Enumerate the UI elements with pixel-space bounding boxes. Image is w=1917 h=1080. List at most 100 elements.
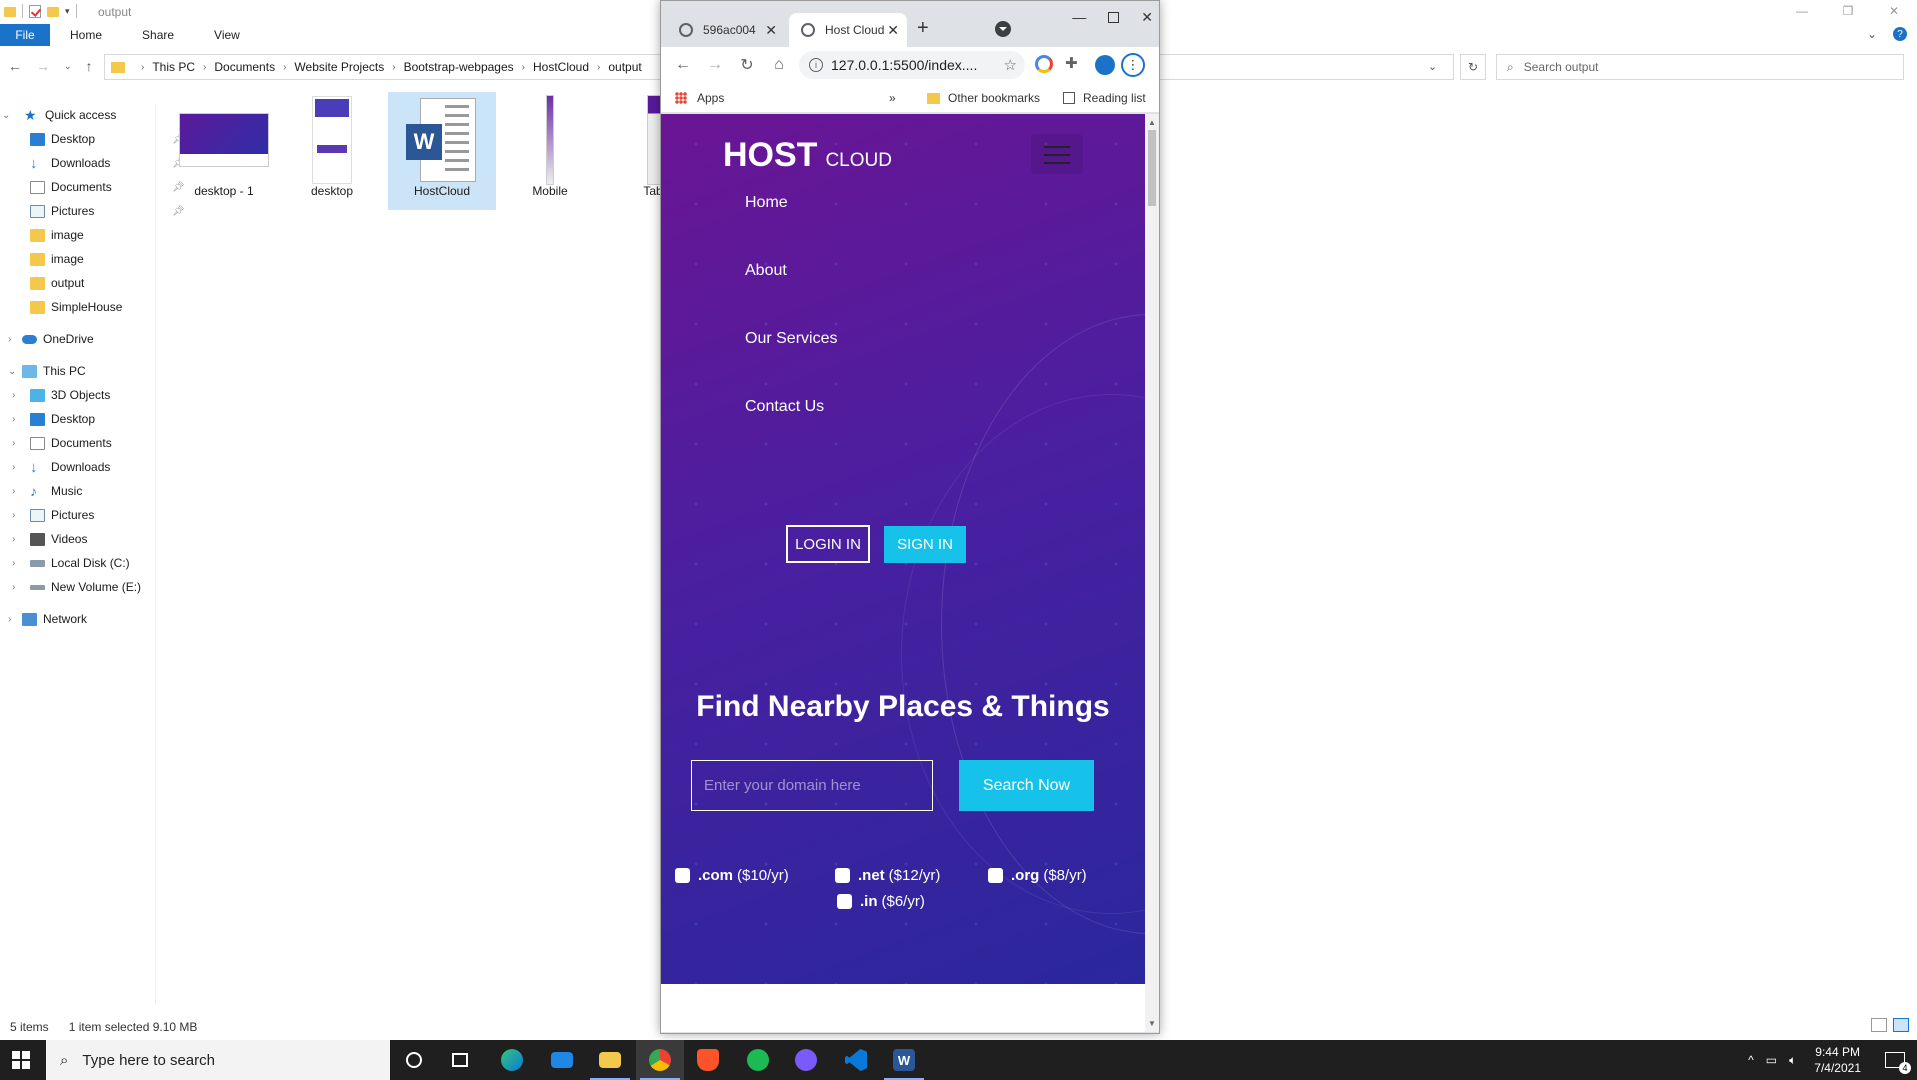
chevron-down-icon[interactable]: ⌄ — [8, 366, 16, 377]
breadcrumb-website-projects[interactable]: Website Projects — [294, 60, 384, 74]
tab-home[interactable]: Home — [50, 28, 122, 42]
nav-image[interactable]: image — [30, 224, 84, 246]
nav-image-2[interactable]: image — [30, 248, 84, 270]
address-bar[interactable]: i 127.0.0.1:5500/index.... ☆ — [799, 51, 1025, 79]
file-item[interactable]: desktop - 1 — [170, 92, 278, 210]
scroll-up-icon[interactable]: ▲ — [1148, 118, 1156, 127]
file-item[interactable]: desktop — [278, 92, 386, 210]
login-button[interactable]: LOGIN IN — [786, 525, 870, 563]
chevron-right-icon[interactable]: › — [283, 62, 286, 73]
new-tab-icon[interactable]: + — [917, 17, 929, 40]
nav-network[interactable]: › Network — [8, 608, 87, 630]
file-item-selected[interactable]: W HostCloud — [388, 92, 496, 210]
forward-arrow-icon[interactable]: → — [699, 56, 731, 74]
show-hidden-icons-icon[interactable]: ^ — [1748, 1053, 1754, 1067]
chevron-right-icon[interactable]: › — [597, 62, 600, 73]
help-icon[interactable]: ? — [1893, 27, 1907, 41]
notification-icon[interactable]: 4 — [1885, 1052, 1911, 1074]
customize-qat-icon[interactable]: ▾ — [65, 6, 70, 17]
tab-file[interactable]: File — [0, 24, 50, 46]
tld-option-com[interactable]: .com ($10/yr) — [675, 867, 789, 884]
signin-button[interactable]: SIGN IN — [884, 526, 966, 563]
chevron-right-icon[interactable]: › — [522, 62, 525, 73]
explorer-search-input[interactable]: ⌕ Search output — [1496, 54, 1904, 80]
browser-tab-active[interactable]: Host Cloud ✕ — [789, 13, 907, 47]
file-item[interactable]: Tab — [604, 92, 660, 210]
mail-icon[interactable] — [538, 1040, 586, 1080]
clock[interactable]: 9:44 PM 7/4/2021 — [1814, 1044, 1861, 1076]
brave-icon[interactable] — [684, 1040, 732, 1080]
domain-search-input[interactable] — [691, 760, 933, 811]
nav-desktop[interactable]: Desktop 📌︎ — [30, 128, 185, 150]
chevron-right-icon[interactable]: › — [12, 534, 15, 545]
forward-arrow-icon[interactable]: → — [36, 58, 50, 74]
bookmark-other[interactable]: Other bookmarks — [927, 91, 1040, 105]
nav-link-services[interactable]: Our Services — [745, 330, 837, 348]
minimize-icon[interactable]: — — [1072, 9, 1086, 26]
chevron-right-icon[interactable]: › — [12, 414, 15, 425]
properties-icon[interactable] — [29, 4, 41, 18]
breadcrumb-this-pc[interactable]: This PC — [152, 60, 195, 74]
tld-option-org[interactable]: .org ($8/yr) — [988, 867, 1087, 884]
nav-downloads[interactable]: ↓ Downloads 📌︎ — [30, 152, 185, 174]
home-icon[interactable]: ⌂ — [763, 56, 795, 74]
chevron-right-icon[interactable]: › — [141, 62, 144, 73]
nav-pc-downloads[interactable]: › ↓ Downloads — [12, 456, 110, 478]
chevron-right-icon[interactable]: › — [12, 390, 15, 401]
close-tab-icon[interactable]: ✕ — [887, 22, 899, 39]
back-arrow-icon[interactable]: ← — [667, 56, 699, 74]
close-icon[interactable]: ✕ — [1871, 0, 1917, 22]
nav-quick-access[interactable]: ⌄ ★ Quick access — [2, 104, 116, 126]
expand-ribbon-icon[interactable]: ⌄ — [1867, 27, 1877, 41]
chevron-right-icon[interactable]: › — [12, 510, 15, 521]
tld-option-net[interactable]: .net ($12/yr) — [835, 867, 940, 884]
nav-this-pc[interactable]: ⌄ This PC — [8, 360, 86, 382]
nav-onedrive[interactable]: › OneDrive — [8, 328, 94, 350]
chevron-right-icon[interactable]: › — [8, 334, 11, 345]
address-dropdown-icon[interactable]: ⌄ — [1428, 60, 1437, 73]
edge-icon[interactable] — [488, 1040, 536, 1080]
extension-icon[interactable] — [1035, 55, 1053, 73]
taskbar-search[interactable]: ⌕ Type here to search — [46, 1040, 390, 1080]
breadcrumb-hostcloud[interactable]: HostCloud — [533, 60, 589, 74]
reload-icon[interactable]: ↻ — [731, 55, 763, 75]
chevron-right-icon[interactable]: › — [12, 558, 15, 569]
checkbox[interactable] — [835, 868, 850, 883]
spotify-icon[interactable] — [734, 1040, 782, 1080]
nav-pictures[interactable]: Pictures 📌︎ — [30, 200, 185, 222]
nav-videos[interactable]: › Videos — [12, 528, 87, 550]
nav-link-home[interactable]: Home — [745, 194, 788, 212]
scroll-down-icon[interactable]: ▼ — [1148, 1019, 1156, 1028]
search-now-button[interactable]: Search Now — [959, 760, 1094, 811]
nav-output[interactable]: output — [30, 272, 84, 294]
recent-locations-icon[interactable]: ⌄ — [64, 61, 72, 74]
back-arrow-icon[interactable]: ← — [8, 58, 22, 74]
tab-view[interactable]: View — [194, 28, 260, 42]
details-view-icon[interactable] — [1871, 1018, 1887, 1032]
close-icon[interactable]: ✕ — [1141, 9, 1153, 26]
file-explorer-taskbar-icon[interactable] — [586, 1040, 634, 1080]
close-tab-icon[interactable]: ✕ — [765, 22, 777, 39]
nav-music[interactable]: › ♪ Music — [12, 480, 82, 502]
network-icon[interactable]: ▭ — [1766, 1053, 1777, 1067]
browser-tab[interactable]: 596ac004 ✕ — [667, 13, 785, 47]
restore-icon[interactable]: ❐ — [1825, 0, 1871, 22]
nav-local-disk-c[interactable]: › Local Disk (C:) — [12, 552, 130, 574]
discord-icon[interactable] — [782, 1040, 830, 1080]
chevron-right-icon[interactable]: › — [12, 486, 15, 497]
hamburger-menu-icon[interactable] — [1031, 134, 1083, 174]
maximize-icon[interactable] — [1108, 12, 1120, 23]
task-view-icon[interactable] — [436, 1040, 484, 1080]
checkbox[interactable] — [988, 868, 1003, 883]
nav-pc-pictures[interactable]: › Pictures — [12, 504, 94, 526]
info-icon[interactable]: i — [809, 58, 823, 72]
refresh-icon[interactable]: ↻ — [1460, 54, 1486, 80]
file-item[interactable]: Mobile — [496, 92, 604, 210]
bookmark-apps[interactable]: Apps — [675, 91, 724, 105]
scroll-thumb[interactable] — [1148, 130, 1156, 206]
up-arrow-icon[interactable]: ↑ — [86, 58, 93, 74]
chevron-right-icon[interactable]: › — [203, 62, 206, 73]
tab-share[interactable]: Share — [122, 28, 194, 42]
brand-logo[interactable]: HOST CLOUD — [723, 136, 892, 175]
minimize-icon[interactable]: — — [1779, 0, 1825, 22]
